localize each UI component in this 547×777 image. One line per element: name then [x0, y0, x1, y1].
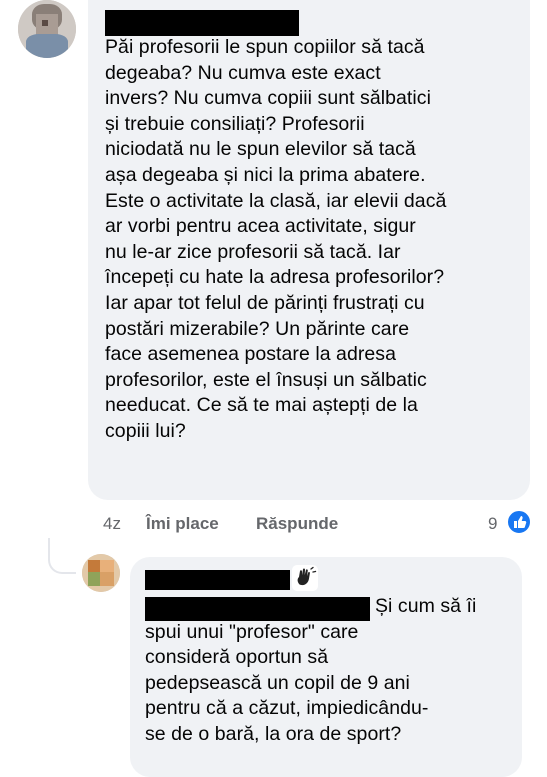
waving-hand-icon	[292, 565, 318, 596]
redacted-author-name	[105, 10, 299, 36]
reply-thread-line	[48, 538, 76, 574]
comment-timestamp[interactable]: 4z	[103, 514, 121, 534]
commenter-avatar[interactable]	[18, 0, 76, 58]
reply-text: Și cum să îi spui unui "profesor" care c…	[145, 595, 477, 745]
like-button[interactable]: Îmi place	[146, 514, 219, 534]
reaction-count[interactable]: 9	[488, 514, 497, 534]
thumbs-up-icon[interactable]	[506, 509, 532, 535]
reply-avatar[interactable]	[82, 554, 120, 592]
comment-text: Păi profesorii le spun copiilor să tacă …	[105, 36, 447, 442]
reply-button[interactable]: Răspunde	[256, 514, 338, 534]
redacted-reply-author-name	[145, 570, 290, 590]
